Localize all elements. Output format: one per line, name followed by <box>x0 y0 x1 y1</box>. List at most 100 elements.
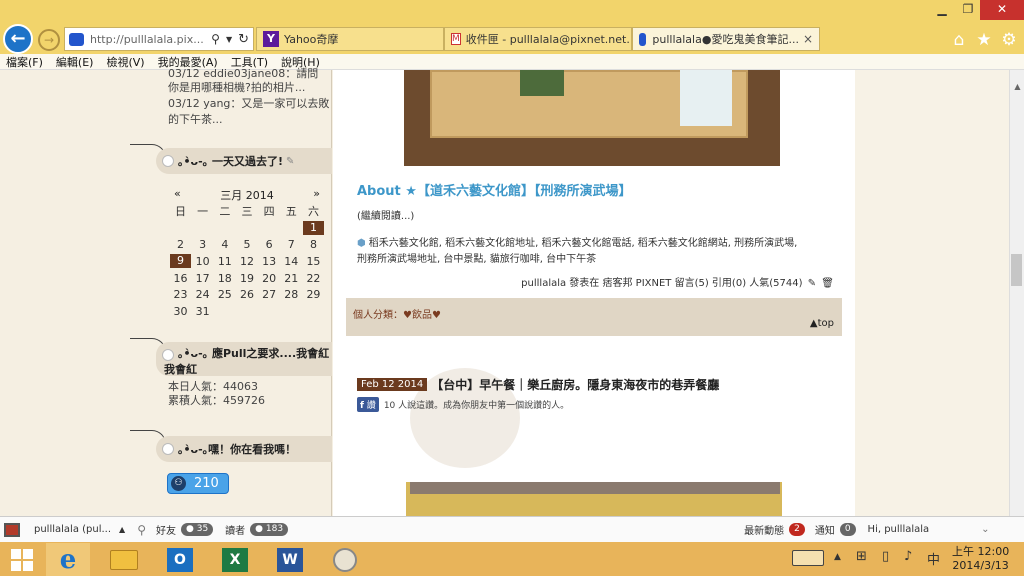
calendar-day[interactable]: 11 <box>214 255 235 268</box>
notify-badge[interactable]: 0 <box>839 523 856 536</box>
minimize-button[interactable]: ▁ <box>928 0 956 20</box>
calendar-day[interactable]: 4 <box>214 238 235 251</box>
trash-icon[interactable]: 🗑 <box>821 278 834 289</box>
address-bar[interactable]: http://pulllalala.pix... ⚲ ▼ ↻ <box>64 27 254 51</box>
calendar-day[interactable]: 22 <box>303 272 324 285</box>
gear-icon[interactable]: ⚙ <box>998 29 1020 51</box>
friends-badge[interactable]: ● 35 <box>181 523 214 536</box>
internet-explorer-icon[interactable]: e <box>46 543 90 576</box>
read-more-link[interactable]: (繼續閱讀...) <box>357 207 414 222</box>
tags-line[interactable]: 刑務所演武場地址, 台中景點, 貓旅行咖啡, 台中下午茶 <box>357 252 847 268</box>
calendar-day[interactable]: 12 <box>236 255 257 268</box>
readers-badge[interactable]: ● 183 <box>250 523 289 536</box>
calendar-day[interactable]: 8 <box>303 238 324 251</box>
back-button[interactable]: ← <box>3 24 33 54</box>
dropdown-icon[interactable]: ▼ <box>226 35 232 44</box>
greeting[interactable]: Hi, pulllalala <box>868 524 930 535</box>
back-to-top-link[interactable]: ▲top <box>810 318 834 329</box>
network-icon[interactable]: ⊞ <box>856 549 867 564</box>
tags-line[interactable]: 稻禾六藝文化館, 稻禾六藝文化館地址, 稻禾六藝文化館電話, 稻禾六藝文化館網站… <box>369 238 798 249</box>
menu-edit[interactable]: 編輯(E) <box>56 54 94 70</box>
pixnet-logo-icon[interactable] <box>4 522 20 537</box>
scrollbar-thumb[interactable] <box>1011 254 1022 286</box>
calendar-day[interactable]: 16 <box>170 272 191 285</box>
calendar-day[interactable]: 13 <box>259 255 280 268</box>
calendar-day[interactable]: 15 <box>303 255 324 268</box>
keyboard-icon[interactable] <box>792 550 824 566</box>
excel-icon[interactable]: X <box>213 543 257 576</box>
comment-line[interactable]: 你是用哪種相機?拍的相片... <box>168 80 332 96</box>
post-meta-text[interactable]: pulllalala 發表在 痞客邦 PIXNET 留言(5) 引用(0) 人氣… <box>521 278 802 289</box>
calendar-day[interactable]: 24 <box>192 288 213 301</box>
battery-icon[interactable]: ▯ <box>882 549 889 564</box>
maximize-button[interactable]: ❐ <box>956 0 980 20</box>
comment-line[interactable]: 03/12 eddie03jane08：請問 <box>168 66 332 80</box>
calendar-day[interactable]: 10 <box>192 255 213 268</box>
user-tab[interactable]: pulllalala (pul... <box>34 524 111 535</box>
tab-pixnet-active[interactable]: pulllalala●愛吃鬼美食筆記... × <box>632 27 820 51</box>
paint-brush-icon[interactable] <box>323 543 367 576</box>
calendar-day[interactable]: 28 <box>281 288 302 301</box>
news-badge[interactable]: 2 <box>789 523 805 536</box>
calendar-day[interactable]: 6 <box>259 238 280 251</box>
calendar-day[interactable]: 9 <box>170 254 191 269</box>
favorites-star-icon[interactable]: ★ <box>973 29 995 51</box>
calendar-day[interactable]: 3 <box>192 238 213 251</box>
tab-close-icon[interactable]: × <box>799 32 813 46</box>
facebook-like-button[interactable]: f 讚 <box>357 397 379 412</box>
windows-start-icon[interactable] <box>0 543 44 576</box>
calendar-day[interactable]: 27 <box>259 288 280 301</box>
calendar-prev[interactable]: « <box>174 187 181 203</box>
refresh-icon[interactable]: ↻ <box>238 32 249 47</box>
comment-line[interactable]: 的下午茶... <box>168 112 332 124</box>
calendar-day[interactable]: 23 <box>170 288 191 301</box>
close-window-button[interactable]: ✕ <box>980 0 1024 20</box>
comment-line[interactable]: 03/12 yang：又是一家可以去敗 <box>168 96 332 112</box>
calendar-day[interactable]: 21 <box>281 272 302 285</box>
post-title-link[interactable]: About ★【道禾六藝文化館】【刑務所演武場】 <box>357 180 631 199</box>
calendar-day[interactable]: 29 <box>303 288 324 301</box>
post-category[interactable]: 個人分類：♥飲品♥ <box>353 306 441 321</box>
menu-file[interactable]: 檔案(F) <box>6 54 43 70</box>
search-icon[interactable]: ⚲ <box>211 32 220 46</box>
weekday: 五 <box>285 205 297 219</box>
menu-view[interactable]: 檢視(V) <box>106 54 144 70</box>
ime-indicator[interactable]: 中 <box>927 549 940 568</box>
calendar-next[interactable]: » <box>313 187 320 203</box>
friends-label[interactable]: 好友 <box>156 522 176 537</box>
word-icon[interactable]: W <box>268 543 312 576</box>
readers-label[interactable]: 讀者 <box>225 522 245 537</box>
calendar-day[interactable]: 18 <box>214 272 235 285</box>
calendar-day[interactable]: 14 <box>281 255 302 268</box>
scroll-up-icon[interactable]: ▲ <box>1010 82 1024 91</box>
vertical-scrollbar[interactable]: ▲ <box>1009 70 1024 516</box>
forward-button[interactable]: → <box>38 29 60 51</box>
calendar-day[interactable]: 31 <box>192 305 213 318</box>
clock[interactable]: 上午 12:00 2014/3/13 <box>952 545 1009 573</box>
post-title-link[interactable]: 【台中】早午餐｜樂丘廚房。隱身東海夜市的巷弄餐廳 <box>431 376 719 393</box>
calendar-day[interactable]: 7 <box>281 238 302 251</box>
search-icon[interactable]: ⚲ <box>137 523 146 537</box>
calendar-day[interactable]: 17 <box>192 272 213 285</box>
calendar-day[interactable]: 2 <box>170 238 191 251</box>
online-counter-button[interactable]: ⚇ 210 <box>167 473 229 494</box>
calendar-day[interactable]: 19 <box>236 272 257 285</box>
calendar-day[interactable]: 26 <box>236 288 257 301</box>
edit-icon[interactable]: ✎ <box>808 278 816 289</box>
chevron-down-icon[interactable]: ⌄ <box>981 524 989 535</box>
volume-icon[interactable]: ♪ <box>904 549 912 564</box>
outlook-icon[interactable]: O <box>158 543 202 576</box>
calendar-day[interactable]: 30 <box>170 305 191 318</box>
calendar-day[interactable]: 5 <box>236 238 257 251</box>
calendar-day[interactable]: 1 <box>302 221 324 236</box>
file-explorer-icon[interactable] <box>102 543 146 576</box>
notify-label[interactable]: 通知 <box>815 522 835 537</box>
home-icon[interactable]: ⌂ <box>948 29 970 51</box>
news-label[interactable]: 最新動態 <box>744 522 784 537</box>
tab-gmail[interactable]: M 收件匣 - pulllalala@pixnet.net... <box>444 27 632 51</box>
calendar-day[interactable]: 20 <box>259 272 280 285</box>
tab-yahoo[interactable]: Y Yahoo奇摩 <box>256 27 444 51</box>
tray-expand-icon[interactable]: ▲ <box>834 552 841 562</box>
caret-up-icon[interactable]: ▲ <box>119 525 125 534</box>
calendar-day[interactable]: 25 <box>214 288 235 301</box>
